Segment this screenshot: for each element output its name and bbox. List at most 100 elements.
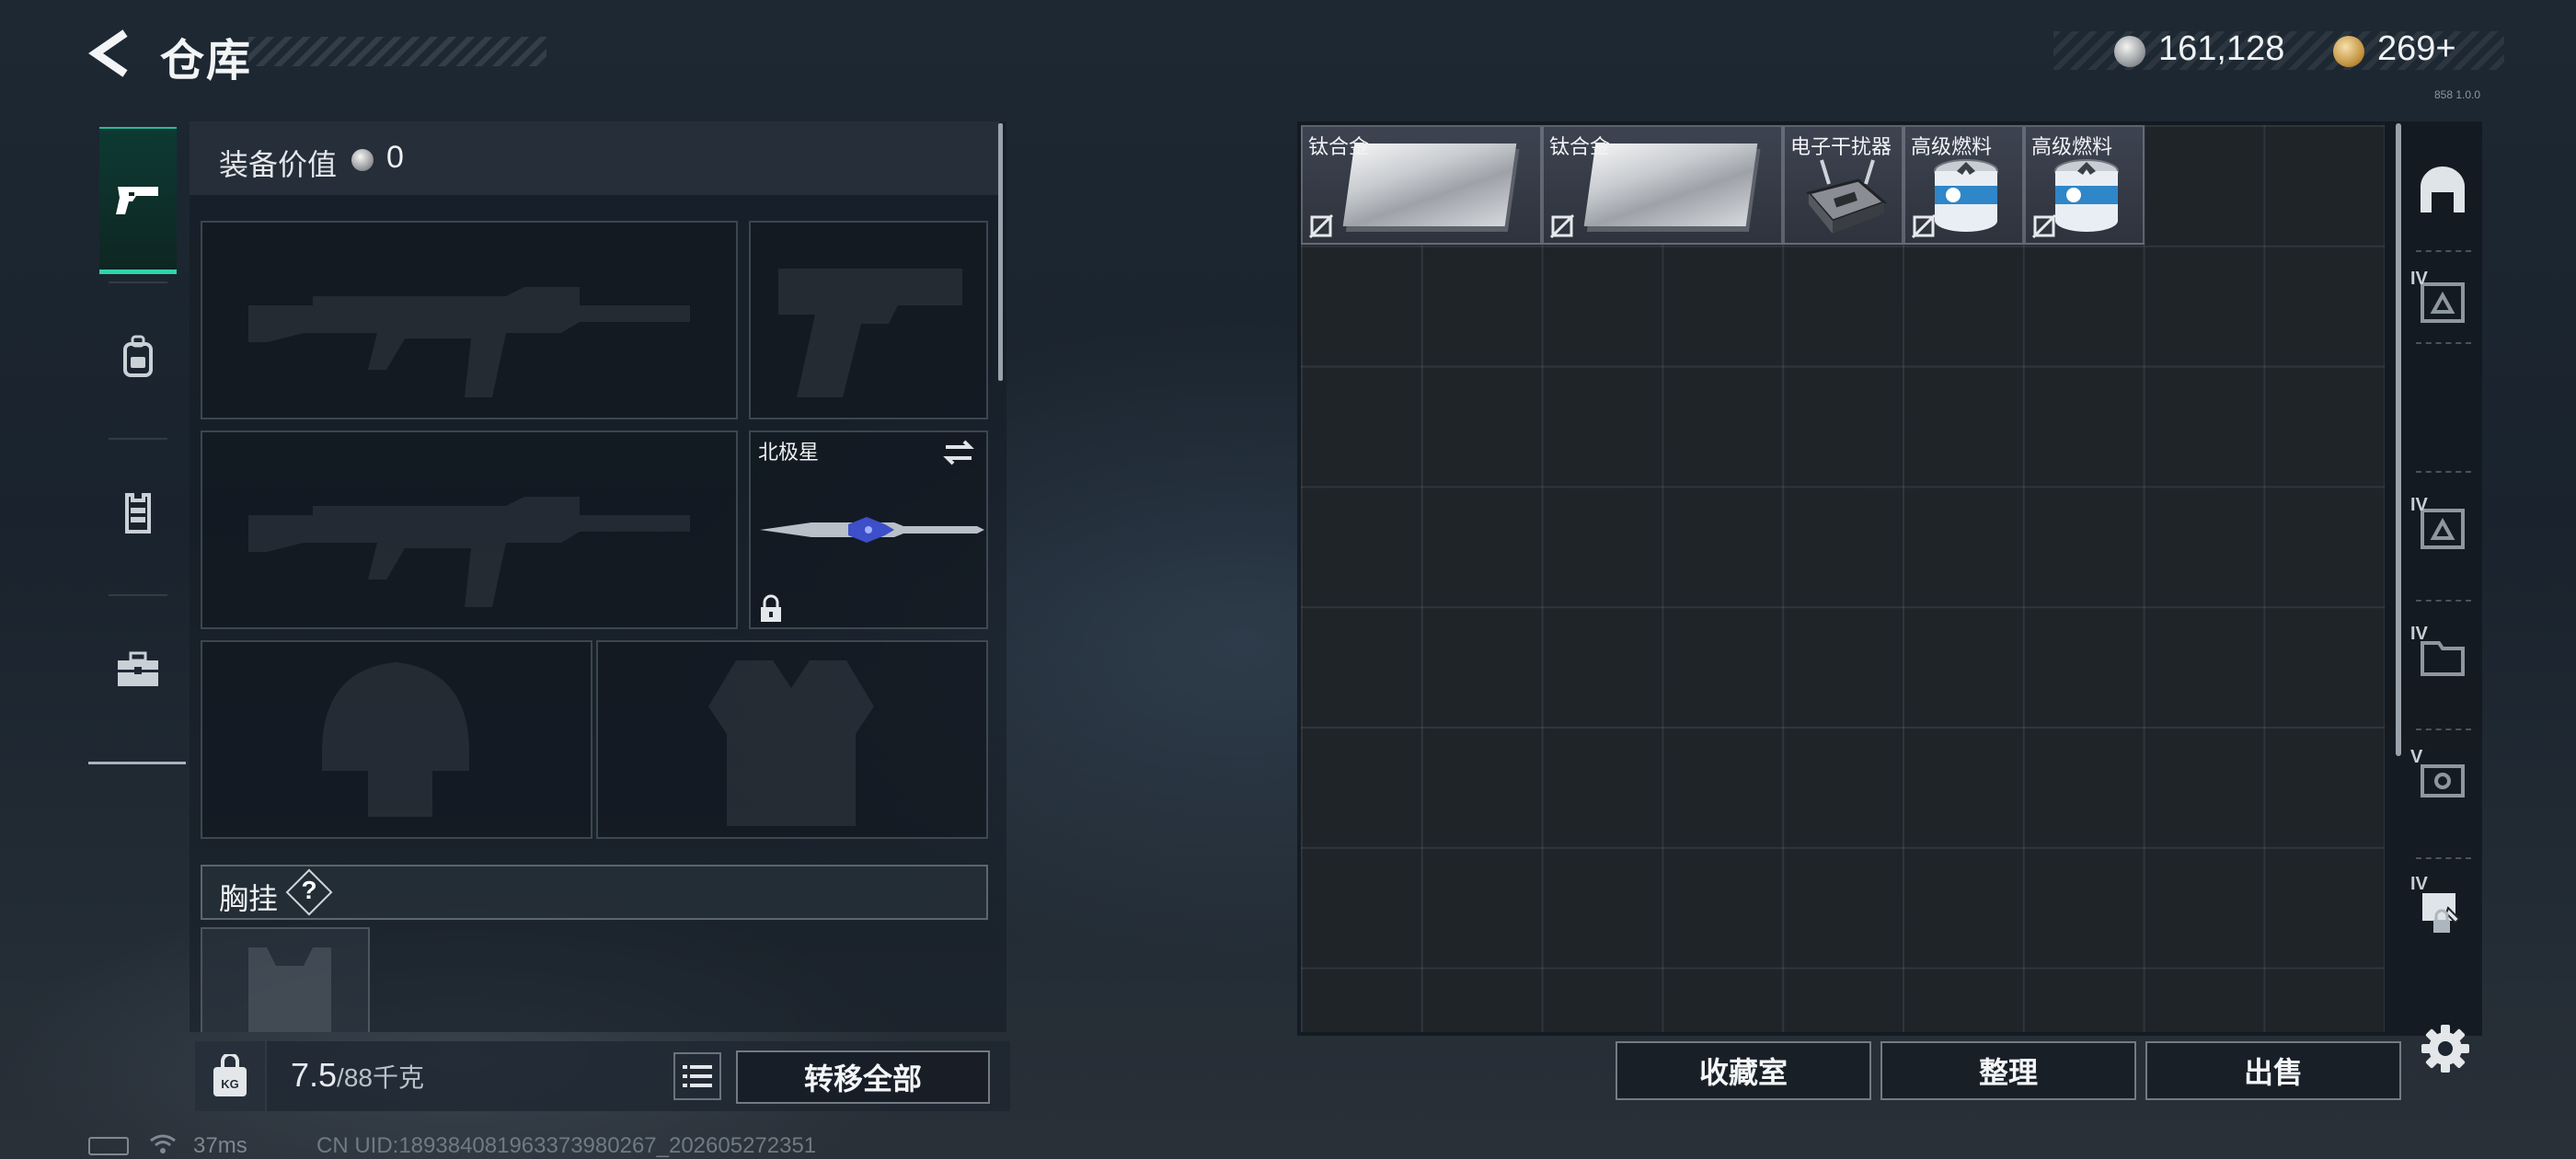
uid-text: CN UID:189384081963373980267_20260527235… [316,1133,817,1158]
pistol-slot[interactable] [749,221,988,419]
chest-rig-label: 胸挂 [219,882,279,915]
chest-rig-icon [125,493,151,534]
sell-button[interactable]: 出售 [2145,1041,2401,1100]
storage-item[interactable]: 高级燃料 [2024,125,2145,245]
lock-icon [761,594,781,622]
storage-item[interactable]: 钛合金 [1301,125,1542,245]
helmet-silhouette-icon [322,662,469,817]
help-icon-glyph: ? [301,876,317,904]
tab-backpack[interactable] [99,283,177,430]
fuel-can-icon [1934,159,1998,232]
kg-label: KG [221,1077,239,1091]
knife-icon [760,517,984,543]
tab-separator [2416,729,2471,730]
token-amount[interactable]: 269+ [2377,29,2456,69]
storage-item[interactable]: 电子干扰器 [1783,125,1903,245]
pistol-silhouette-icon [778,269,962,397]
tab-case[interactable] [99,596,177,743]
storage-scrollbar[interactable] [2396,123,2401,756]
back-arrow-icon[interactable] [85,28,136,79]
rifle-silhouette-icon [248,287,690,397]
storage-tab-5[interactable]: V [2403,738,2482,820]
gear-icon[interactable] [2418,1021,2473,1076]
tab-separator [2416,600,2471,602]
silver-coin-icon [2114,36,2145,67]
item-name: 电子干扰器 [1790,135,1892,158]
storage-item[interactable]: 钛合金 [1542,125,1783,245]
left-tab-bar [88,118,186,763]
storage-tab-4[interactable]: IV [2403,614,2482,697]
list-icon [683,1065,712,1087]
no-insure-icon [2031,213,2057,239]
safe-icon [2421,764,2465,798]
token-value: 269 [2377,29,2436,68]
weight-readout: 7.5/88千克 [291,1056,424,1095]
armor-slot[interactable] [596,640,988,839]
no-insure-icon [1308,213,1334,239]
rifle-silhouette-icon [248,497,690,607]
weight-max: /88千克 [337,1063,424,1092]
storage-tab-bar: IV IV IV V IV [2403,121,2486,1004]
tab-separator [2416,342,2471,344]
pistol-icon [116,186,158,214]
ping-text: 37ms [193,1133,247,1158]
sort-button[interactable]: 整理 [1880,1041,2136,1100]
swap-icon[interactable] [942,436,975,469]
chest-rig-header: 胸挂 ? [201,865,988,920]
wifi-icon [150,1134,176,1153]
tab-level: IV [2410,624,2428,644]
kettlebell-icon: KG [213,1054,247,1096]
storage-lock-icon[interactable] [2431,909,2453,935]
tab-level: V [2410,747,2423,767]
tab-level: IV [2410,874,2428,894]
equipment-value: 0 [386,140,404,175]
storage-tab-2[interactable]: IV [2403,259,2482,342]
equipment-scrollbar[interactable] [998,123,1003,381]
fuel-can-icon [2054,159,2119,232]
gold-coin-icon [2333,36,2364,67]
equipment-panel: 装备价值 0 北极星 胸挂 ? [190,121,1006,1032]
melee-name: 北极星 [758,441,820,464]
money-amount: 161,128 [2158,29,2285,68]
vest-silhouette-icon [708,660,874,826]
battery-icon [88,1137,129,1155]
item-name: 高级燃料 [1911,135,1993,158]
primary-weapon-slot-1[interactable] [201,221,738,419]
storage-tab-6[interactable]: IV [2403,865,2482,947]
warehouse-icon [2421,166,2465,212]
tabs-divider [88,762,186,764]
equipment-value-bar: 装备价值 0 [190,121,999,195]
weight-icon: KG [195,1041,265,1111]
item-name: 钛合金 [1549,135,1611,158]
tab-separator [2416,250,2471,252]
version-text: 858 1.0.0 [2434,88,2481,101]
weight-bar: 7.5/88千克 转移全部 [267,1041,1010,1111]
tab-weapons[interactable] [99,127,177,274]
token-plus[interactable]: + [2435,29,2455,68]
no-insure-icon [1911,213,1937,239]
storage-tab-3[interactable]: IV [2403,486,2482,568]
silver-coin-icon [351,149,374,171]
collection-room-button[interactable]: 收藏室 [1616,1041,1871,1100]
tab-chest-rig[interactable] [99,440,177,587]
storage-grid[interactable]: 钛合金 钛合金 电子干扰器 高级燃料 高级燃料 [1301,125,2385,1032]
helmet-slot[interactable] [201,640,592,839]
toolbox-icon [118,651,158,686]
rig-silhouette-icon [248,947,331,1032]
list-view-button[interactable] [673,1052,721,1100]
melee-slot[interactable]: 北极星 [749,430,988,629]
item-name: 钛合金 [1308,135,1370,158]
storage-tab-main[interactable] [2403,149,2482,232]
equipment-value-label: 装备价值 [219,148,338,181]
page-title: 仓库 [160,37,253,86]
tab-separator [2416,471,2471,473]
jammer-icon [1806,159,1887,234]
chest-rig-slot[interactable] [201,927,370,1032]
storage-item[interactable]: 高级燃料 [1903,125,2024,245]
tab-level: IV [2410,495,2428,515]
tab-separator [2416,857,2471,859]
no-insure-icon [1549,213,1575,239]
weight-current: 7.5 [291,1056,338,1094]
primary-weapon-slot-2[interactable] [201,430,738,629]
transfer-all-button[interactable]: 转移全部 [736,1050,990,1104]
